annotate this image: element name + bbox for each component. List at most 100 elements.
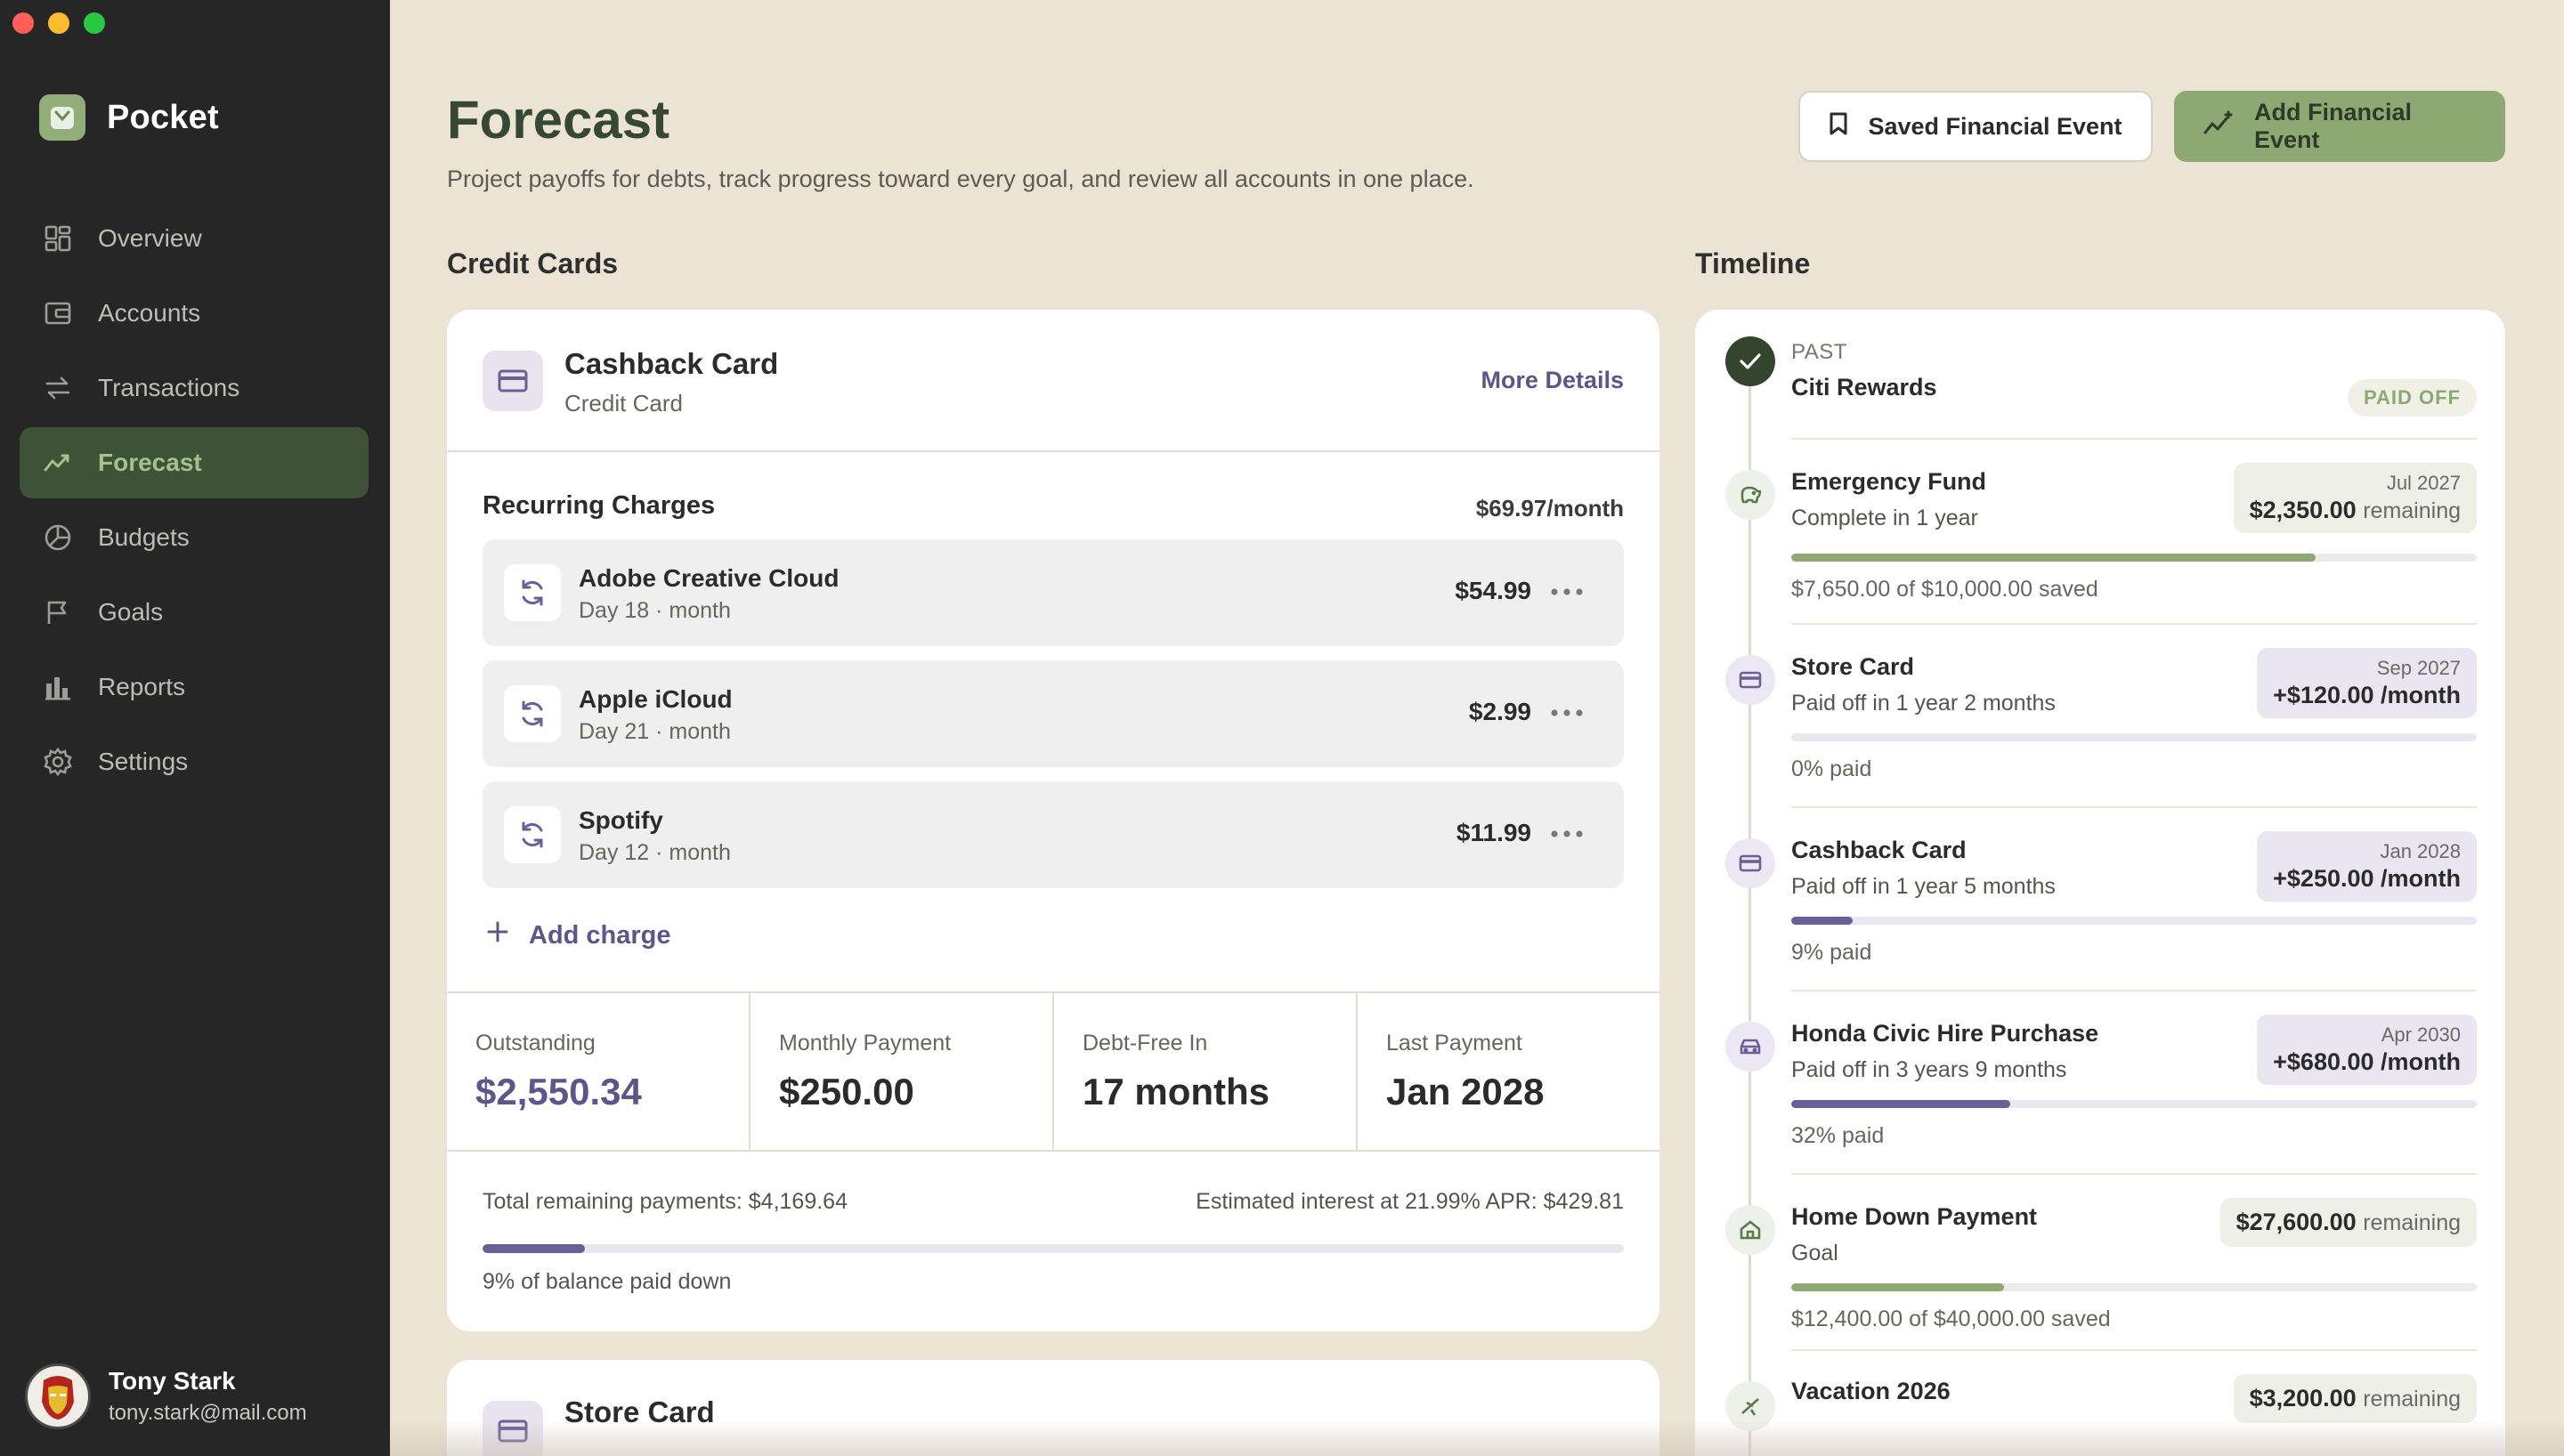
sidebar-item-forecast[interactable]: Forecast: [20, 427, 369, 498]
car-icon: [1725, 1022, 1775, 1072]
recurring-charge-row[interactable]: Spotify Day 12 · month $11.99: [483, 781, 1624, 888]
badge-date: Jul 2027: [2386, 472, 2461, 494]
timeline-item-name: Emergency Fund: [1791, 468, 1987, 495]
sidebar-item-label: Accounts: [98, 299, 201, 327]
wallet-icon: [43, 298, 73, 328]
recurring-charge-row[interactable]: Apple iCloud Day 21 · month $2.99: [483, 660, 1624, 767]
timeline-progress-fill: [1791, 1100, 2011, 1108]
gear-icon: [43, 747, 73, 777]
pocket-logo-icon: [39, 94, 85, 141]
badge-amount: +$680.00 /month: [2273, 1048, 2461, 1075]
card-stats: Outstanding $2,550.34 Monthly Payment $2…: [447, 991, 1659, 1152]
more-details-link[interactable]: More Details: [1481, 367, 1624, 394]
repeat-icon: [504, 685, 561, 742]
close-window-button[interactable]: [12, 12, 34, 34]
repeat-icon: [504, 564, 561, 621]
sidebar-item-reports[interactable]: Reports: [20, 651, 369, 723]
timeline-item-note: 0% paid: [1791, 756, 1872, 781]
balance-progress-bar: [483, 1244, 1624, 1253]
timeline-progress-bar: [1791, 1283, 2477, 1291]
sidebar-item-transactions[interactable]: Transactions: [20, 352, 369, 424]
more-options-icon[interactable]: [1549, 578, 1585, 605]
timeline-past-label: PAST: [1791, 340, 1847, 364]
timeline-item-name: Home Down Payment: [1791, 1203, 2038, 1230]
card-header: Cashback Card Credit Card More Details: [447, 310, 1659, 452]
balance-paid-note: 9% of balance paid down: [483, 1269, 732, 1294]
page-subtitle: Project payoffs for debts, track progres…: [447, 166, 1474, 192]
timeline-item-name: Citi Rewards: [1791, 374, 1937, 400]
credit-card-icon: [1725, 655, 1775, 705]
timeline-progress-bar: [1791, 554, 2477, 562]
bookmark-icon: [1829, 111, 1848, 142]
charge-name: Spotify: [579, 806, 663, 834]
timeline-item-name: Cashback Card: [1791, 837, 1967, 863]
user-profile[interactable]: Tony Stark tony.stark@mail.com: [25, 1363, 307, 1429]
recurring-charge-row[interactable]: Adobe Creative Cloud Day 18 · month $54.…: [483, 539, 1624, 646]
bar-chart-icon: [43, 672, 73, 702]
badge-amount: $2,350.00 remaining: [2249, 497, 2461, 523]
stat-label: Monthly Payment: [779, 1031, 952, 1056]
total-remaining-payments: Total remaining payments: $4,169.64: [483, 1189, 848, 1214]
check-icon: [1725, 336, 1775, 386]
sidebar-item-label: Settings: [98, 748, 189, 775]
charge-amount: $54.99: [1455, 577, 1531, 604]
stat-debt-free-in: Debt-Free In 17 months: [1054, 993, 1358, 1150]
zoom-window-button[interactable]: [84, 12, 105, 34]
timeline-item-name: Honda Civic Hire Purchase: [1791, 1020, 2099, 1047]
trend-sparkle-icon: [2203, 110, 2235, 143]
sidebar-item-label: Reports: [98, 673, 186, 700]
sidebar-item-settings[interactable]: Settings: [20, 726, 369, 797]
timeline-item-badge: $27,600.00 remaining: [2219, 1198, 2477, 1247]
badge-date: Sep 2027: [2376, 657, 2461, 679]
timeline-progress-bar: [1791, 1100, 2477, 1108]
stat-outstanding: Outstanding $2,550.34: [447, 993, 751, 1150]
badge-amount: $27,600.00 remaining: [2235, 1209, 2461, 1235]
timeline-item-badge: Jul 2027 $2,350.00 remaining: [2233, 463, 2477, 533]
timeline-progress-bar: [1791, 733, 2477, 741]
add-financial-event-label: Add Financial Event: [2254, 99, 2413, 153]
timeline-item-note: 9% paid: [1791, 940, 1872, 965]
timeline-item-name: Vacation 2026: [1791, 1378, 1951, 1404]
sidebar-item-budgets[interactable]: Budgets: [20, 502, 369, 573]
sidebar-item-label: Budgets: [98, 523, 190, 551]
timeline-divider: [1791, 623, 2477, 625]
sidebar-item-label: Transactions: [98, 374, 240, 401]
main-content: Forecast Project payoffs for debts, trac…: [390, 0, 2564, 1456]
credit-cards-heading: Credit Cards: [447, 247, 619, 279]
timeline-progress-fill: [1791, 554, 2317, 562]
stat-value: Jan 2028: [1386, 1071, 1545, 1112]
credit-card-icon: [483, 351, 543, 411]
charge-schedule: Day 12 · month: [579, 840, 731, 865]
add-financial-event-button[interactable]: Add Financial Event: [2174, 91, 2505, 162]
sidebar-item-goals[interactable]: Goals: [20, 577, 369, 648]
sidebar-item-accounts[interactable]: Accounts: [20, 278, 369, 349]
brand[interactable]: Pocket: [39, 94, 219, 141]
timeline-item-badge: Apr 2030 +$680.00 /month: [2257, 1015, 2477, 1085]
charge-name: Adobe Creative Cloud: [579, 564, 840, 592]
more-options-icon[interactable]: [1549, 700, 1585, 726]
timeline-divider: [1791, 806, 2477, 808]
timeline-item-note: 32% paid: [1791, 1123, 1885, 1148]
add-charge-button[interactable]: Add charge: [486, 920, 671, 950]
window-controls: [12, 12, 105, 34]
sidebar-nav: Overview Accounts Transactions Forecast …: [20, 203, 369, 801]
saved-financial-event-button[interactable]: Saved Financial Event: [1798, 91, 2153, 162]
paid-off-badge: PAID OFF: [2347, 379, 2477, 417]
timeline-item-sub: Goal: [1791, 1241, 1838, 1266]
timeline-item-badge: Sep 2027 +$120.00 /month: [2257, 648, 2477, 718]
card-type: Credit Card: [564, 390, 683, 417]
badge-amount: $3,200.00 remaining: [2249, 1385, 2461, 1412]
trend-icon: [43, 448, 73, 478]
timeline-item-sub: Paid off in 3 years 9 months: [1791, 1057, 2067, 1082]
timeline-item-sub: Paid off in 1 year 5 months: [1791, 874, 2056, 899]
minimize-window-button[interactable]: [48, 12, 69, 34]
timeline-divider: [1791, 990, 2477, 991]
more-options-icon[interactable]: [1549, 821, 1585, 847]
sidebar: Pocket Overview Accounts Transactions Fo…: [0, 0, 390, 1456]
add-charge-label: Add charge: [529, 920, 671, 950]
badge-date: Jan 2028: [2380, 840, 2461, 862]
piggy-bank-icon: [1725, 470, 1775, 520]
house-icon: [1725, 1205, 1775, 1255]
sidebar-item-overview[interactable]: Overview: [20, 203, 369, 274]
timeline-progress-bar: [1791, 917, 2477, 925]
